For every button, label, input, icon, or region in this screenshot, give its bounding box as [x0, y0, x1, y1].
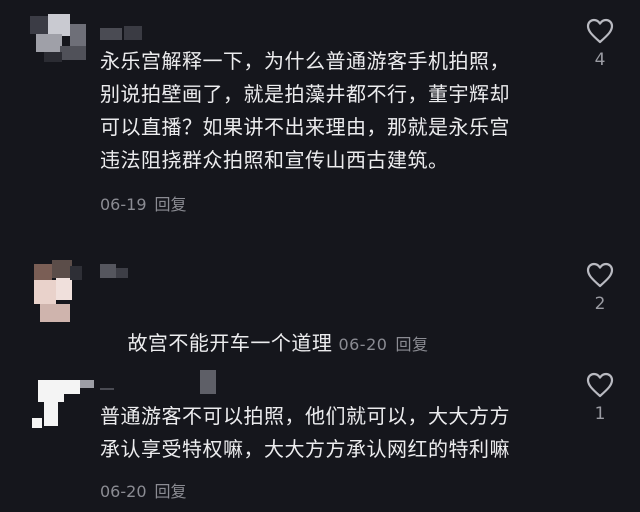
- comment-meta: 06-19 回复: [100, 191, 187, 215]
- reply-button[interactable]: 回复: [395, 335, 428, 354]
- like-count: 1: [594, 404, 606, 424]
- like-button[interactable]: 4: [578, 18, 622, 70]
- reply-button[interactable]: 回复: [155, 195, 187, 214]
- heart-outline-icon: [586, 372, 614, 398]
- comment-date: 06-19: [100, 195, 147, 214]
- comment-text: 故宫不能开车一个道理: [127, 331, 333, 355]
- like-button[interactable]: 2: [578, 262, 622, 314]
- comment-item: 永乐宫解释一下，为什么普通游客手机拍照， 别说拍壁画了，就是拍藻井都不行，董宇辉…: [0, 0, 640, 230]
- comment-text: 永乐宫解释一下，为什么普通游客手机拍照， 别说拍壁画了，就是拍藻井都不行，董宇辉…: [100, 49, 510, 172]
- comment-date: 06-20: [100, 482, 147, 501]
- username[interactable]: [100, 24, 170, 42]
- comment-date: 06-20: [338, 335, 388, 354]
- comment-text: 普通游客不可以拍照，他们就可以，大大方方 承认享受特权嘛，大大方方承认网红的特利…: [100, 404, 510, 461]
- avatar[interactable]: [30, 10, 94, 74]
- username[interactable]: [100, 264, 140, 282]
- comment-meta: 06-20 回复: [100, 478, 187, 502]
- heart-outline-icon: [586, 18, 614, 44]
- avatar[interactable]: [30, 260, 94, 324]
- like-button[interactable]: 1: [578, 372, 622, 424]
- avatar[interactable]: [30, 374, 94, 438]
- like-count: 4: [594, 50, 606, 70]
- comment-item: 普通游客不可以拍照，他们就可以，大大方方 承认享受特权嘛，大大方方承认网红的特利…: [0, 360, 640, 512]
- comment-meta: 06-20 回复: [338, 335, 428, 354]
- comment-item: 故宫不能开车一个道理 06-20 回复 2: [0, 250, 640, 355]
- username[interactable]: [100, 370, 220, 394]
- heart-outline-icon: [586, 262, 614, 288]
- reply-button[interactable]: 回复: [155, 482, 187, 501]
- like-count: 2: [594, 294, 606, 314]
